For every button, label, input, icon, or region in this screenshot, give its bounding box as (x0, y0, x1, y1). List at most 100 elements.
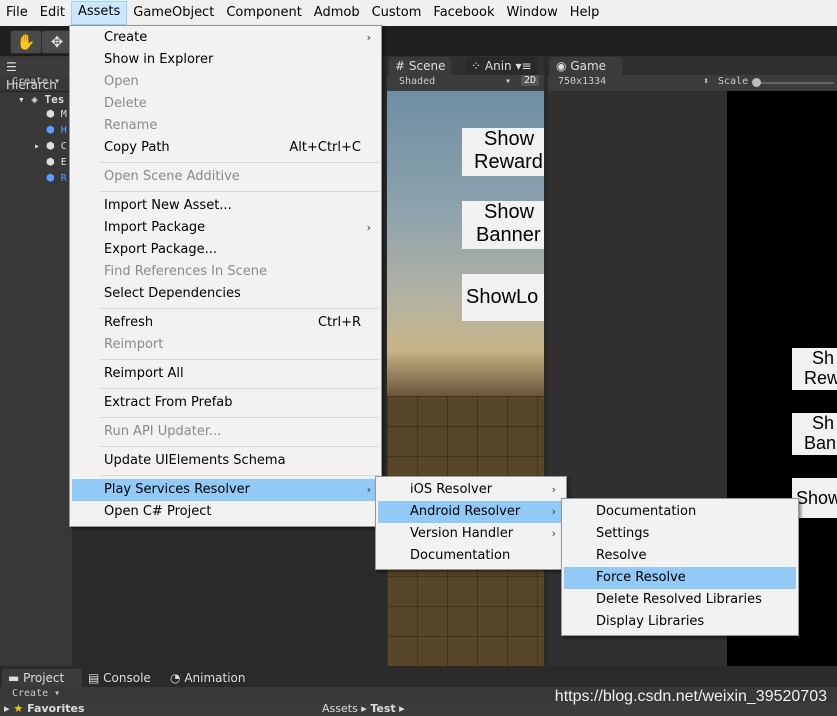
menu-item-label: Settings (596, 526, 650, 541)
game-toolbar: 750x1334 ⬍ Scale (548, 75, 837, 91)
favorites-item[interactable]: ▸ ★ Favorites (4, 702, 85, 715)
breadcrumb: Assets ▸ Test ▸ (322, 702, 405, 715)
move-icon: ✥ (50, 33, 64, 51)
menu-gameobject[interactable]: GameObject (127, 2, 220, 24)
tab-animator-label: Anin (484, 59, 512, 73)
menu-item-import-new-asset[interactable]: Import New Asset... (72, 195, 379, 217)
tab-console[interactable]: ▤ Console (82, 669, 157, 687)
menu-item-label: Resolve (596, 548, 647, 563)
menu-item-label: Documentation (596, 504, 697, 519)
menu-separator (100, 359, 379, 360)
menu-item-ios-resolver[interactable]: iOS Resolver › (378, 479, 564, 501)
hand-icon: ✋ (16, 33, 36, 51)
tab-project[interactable]: ▬ Project (2, 669, 82, 687)
menu-item-delete-resolved-libraries[interactable]: Delete Resolved Libraries (564, 589, 796, 611)
hierarchy-panel: ☰ Hierarch Create ▾ ▾ ◈ Tes ⬢ M ⬢ H ▸ ⬢ … (0, 56, 72, 666)
hierarchy-item-label: M (60, 109, 67, 120)
menu-item-label: Display Libraries (596, 614, 705, 629)
project-create[interactable]: Create ▾ (12, 688, 60, 699)
menu-item-shortcut: Alt+Ctrl+C (289, 140, 361, 155)
hierarchy-item[interactable]: ⬢ H (46, 125, 67, 136)
menu-item-label: Update UIElements Schema (104, 453, 286, 468)
menu-component[interactable]: Component (220, 2, 307, 24)
menu-item-label: Documentation (410, 548, 511, 563)
menu-item-import-package[interactable]: Import Package › (72, 217, 379, 239)
dropdown-arrow-icon: ⬍ (703, 76, 710, 87)
scene-show-reward-button[interactable]: Show Reward (462, 128, 544, 176)
menu-item-create[interactable]: Create › (72, 27, 379, 49)
breadcrumb-test[interactable]: Test (370, 702, 395, 715)
menu-item-copy-path[interactable]: Copy Path Alt+Ctrl+C (72, 137, 379, 159)
menu-admob[interactable]: Admob (308, 2, 366, 24)
menu-item-find-references: Find References In Scene (72, 261, 379, 283)
breadcrumb-assets[interactable]: Assets (322, 702, 358, 715)
button-line: Ban (804, 433, 837, 453)
menu-separator (100, 417, 379, 418)
menu-item-select-dependencies[interactable]: Select Dependencies (72, 283, 379, 305)
menu-item-android-resolver[interactable]: Android Resolver › (378, 501, 564, 523)
menu-window[interactable]: Window (501, 2, 564, 24)
shaded-label: Shaded (399, 76, 436, 87)
grid-icon: # (395, 59, 406, 73)
shaded-dropdown[interactable]: Shaded (399, 76, 435, 87)
game-show-reward-button[interactable]: Sh Rew (792, 348, 837, 390)
menu-item-label: Delete (104, 96, 147, 111)
menu-item-show-in-explorer[interactable]: Show in Explorer (72, 49, 379, 71)
menu-file[interactable]: File (0, 2, 34, 24)
menu-item-documentation[interactable]: Documentation (378, 545, 564, 567)
button-line: ShowLo (466, 286, 539, 308)
dropdown-arrow-icon: ▾ (505, 76, 512, 87)
scale-slider-knob[interactable] (752, 78, 761, 87)
hierarchy-item[interactable]: ⬢ M (46, 109, 67, 120)
tab-animation[interactable]: ◔ Animation (164, 669, 252, 687)
menu-item-shortcut: Ctrl+R (317, 315, 361, 330)
menu-item-play-services-resolver[interactable]: Play Services Resolver › (72, 479, 379, 501)
tab-animator[interactable]: ⁘ Anin ▾≡ (465, 57, 538, 75)
console-icon: ▤ (88, 671, 100, 685)
tab-scene-label: Scene (408, 59, 446, 73)
chevron-right-icon: › (366, 31, 371, 44)
menu-item-open: Open (72, 71, 379, 93)
menu-assets[interactable]: Assets (70, 1, 128, 25)
menu-item-extract-from-prefab[interactable]: Extract From Prefab (72, 392, 379, 414)
game-show-banner-button[interactable]: Sh Ban (792, 413, 837, 455)
menu-item-open-csharp-project[interactable]: Open C# Project (72, 501, 379, 523)
scene-root[interactable]: ▾ ◈ Tes (18, 93, 64, 106)
hierarchy-create[interactable]: Create ▾ (12, 76, 60, 87)
scene-show-lo-button[interactable]: ShowLo (462, 274, 544, 321)
menu-help[interactable]: Help (564, 2, 606, 24)
hand-tool-button[interactable]: ✋ (10, 30, 42, 54)
project-create-label: Create (12, 688, 49, 699)
button-line: Reward (474, 151, 543, 173)
menu-facebook[interactable]: Facebook (427, 2, 500, 24)
menu-edit[interactable]: Edit (34, 2, 71, 24)
list-icon: ☰ (6, 60, 17, 74)
menu-custom[interactable]: Custom (366, 2, 428, 24)
menu-item-refresh[interactable]: Refresh Ctrl+R (72, 312, 379, 334)
menu-item-documentation[interactable]: Documentation (564, 501, 796, 523)
hierarchy-item[interactable]: ▸ ⬢ C (34, 141, 67, 152)
menu-item-update-uielements-schema[interactable]: Update UIElements Schema (72, 450, 379, 472)
tab-scene[interactable]: # Scene (389, 57, 452, 75)
hierarchy-item[interactable]: ⬢ R (46, 173, 67, 184)
hierarchy-item[interactable]: ⬢ E (46, 157, 67, 168)
tab-hierarchy[interactable]: ☰ Hierarch (0, 58, 72, 92)
menu-item-label: Copy Path (104, 140, 170, 155)
scene-root-label: Tes (44, 93, 65, 106)
menu-item-label: Import Package (104, 220, 206, 235)
menu-item-resolve[interactable]: Resolve (564, 545, 796, 567)
menu-item-version-handler[interactable]: Version Handler › (378, 523, 564, 545)
scale-label: Scale (718, 76, 749, 87)
menu-item-reimport-all[interactable]: Reimport All (72, 363, 379, 385)
tab-game[interactable]: ◉ Game (550, 57, 622, 75)
scene-show-banner-button[interactable]: Show Banner (462, 201, 544, 249)
scale-slider[interactable] (754, 82, 834, 84)
menu-item-export-package[interactable]: Export Package... (72, 239, 379, 261)
menu-item-display-libraries[interactable]: Display Libraries (564, 611, 796, 633)
2d-toggle[interactable]: 2D (521, 75, 540, 86)
resolution-dropdown[interactable]: 750x1334 (558, 76, 606, 87)
menu-item-force-resolve[interactable]: Force Resolve (564, 567, 796, 589)
menu-item-label: Create (104, 30, 148, 45)
menu-separator (100, 475, 379, 476)
menu-item-settings[interactable]: Settings (564, 523, 796, 545)
